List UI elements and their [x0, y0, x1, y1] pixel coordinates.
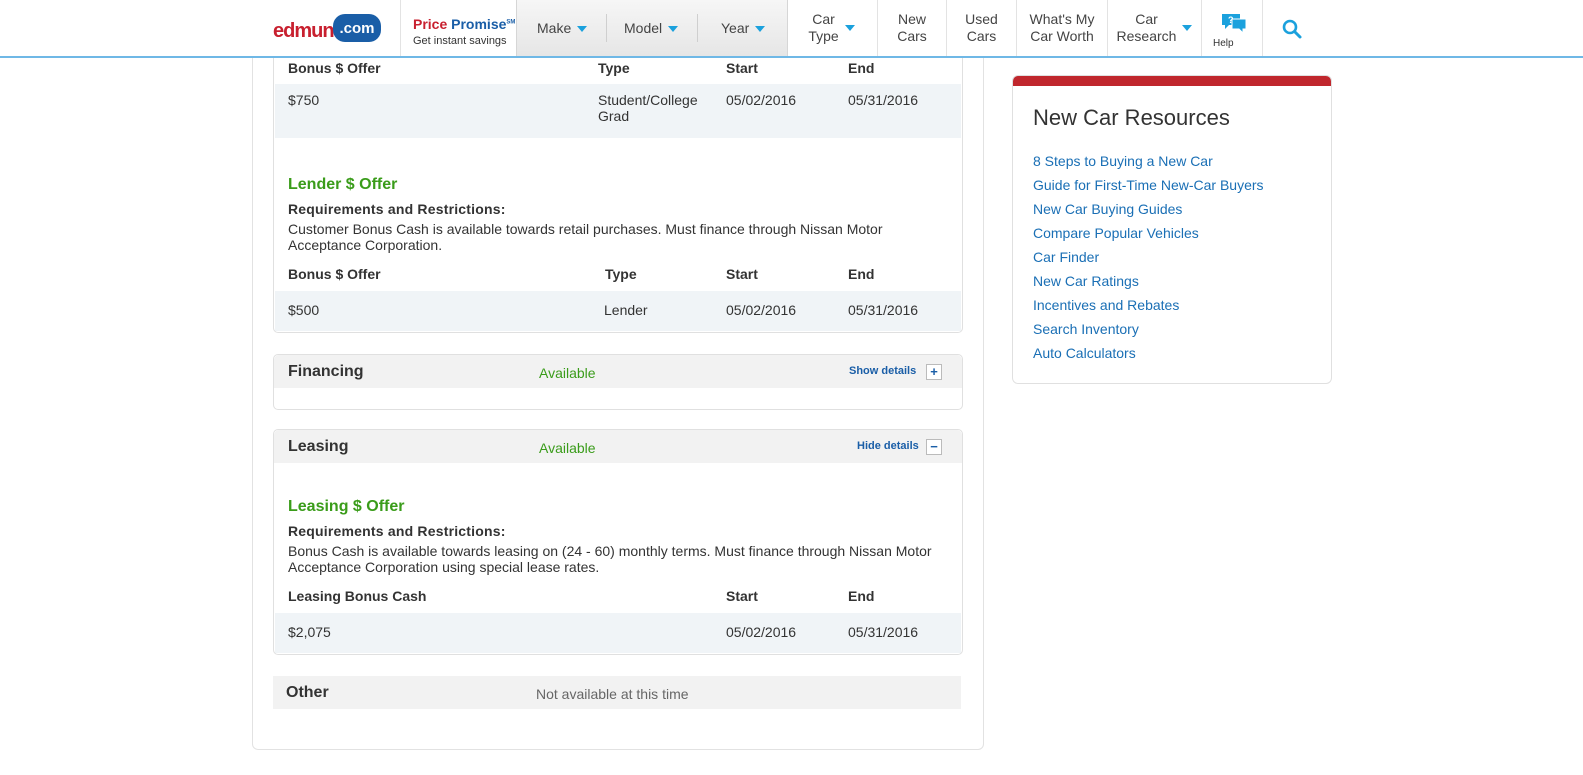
resources-title: New Car Resources [1033, 105, 1230, 130]
show-details-link[interactable]: Show details [849, 365, 916, 377]
col-header-offer: Bonus $ Offer [288, 266, 381, 282]
nav-car-worth[interactable]: What's My Car Worth [1017, 0, 1108, 56]
nav-label: Car [1135, 11, 1158, 27]
resource-link[interactable]: Search Inventory [1033, 321, 1139, 337]
svg-text:?: ? [1228, 15, 1234, 25]
resource-link[interactable]: New Car Buying Guides [1033, 201, 1182, 217]
lender-offer-title: Lender $ Offer [288, 176, 398, 193]
requirements-label: Requirements and Restrictions: [288, 523, 506, 539]
chevron-down-icon [668, 26, 679, 33]
offer-amount: $500 [288, 302, 320, 318]
year-dropdown[interactable]: Year [721, 0, 766, 56]
help-label: Help [1213, 38, 1234, 49]
price-promise-link[interactable]: Price PromiseSM Get instant savings [400, 0, 516, 56]
divider [606, 14, 607, 42]
resource-link[interactable]: Incentives and Rebates [1033, 297, 1179, 313]
offer-end-date: 05/31/2016 [848, 302, 919, 318]
resource-link[interactable]: Car Finder [1033, 249, 1099, 265]
requirements-text: Customer Bonus Cash is available towards… [288, 221, 883, 253]
nav-new-cars[interactable]: New Cars [878, 0, 947, 56]
new-car-resources-card: New Car Resources 8 Steps to Buying a Ne… [1012, 75, 1332, 384]
offer-amount: $750 [288, 92, 320, 108]
col-header-type: Type [605, 266, 637, 282]
nav-used-cars[interactable]: Used Cars [947, 0, 1017, 56]
model-dropdown[interactable]: Model [624, 0, 679, 56]
price-promise-title: Price PromiseSM [413, 16, 515, 32]
col-header-end: End [848, 266, 875, 282]
make-label: Make [537, 20, 572, 36]
nav-label: New [897, 11, 926, 27]
resource-link[interactable]: Compare Popular Vehicles [1033, 225, 1199, 241]
top-nav-bar: edmunds .com Price PromiseSM Get instant… [0, 0, 1583, 58]
price-promise-subtitle: Get instant savings [413, 35, 507, 47]
service-mark: SM [506, 19, 516, 26]
chevron-down-icon [1182, 25, 1193, 31]
hide-details-link[interactable]: Hide details [857, 440, 919, 452]
offer-type: Student/College Grad [598, 92, 698, 124]
nav-label: Research [1116, 28, 1177, 44]
offer-start-date: 05/02/2016 [726, 302, 797, 318]
financing-header: Financing Available Show details + [274, 355, 962, 388]
promise-word: Promise [451, 16, 507, 32]
resource-link[interactable]: Auto Calculators [1033, 345, 1136, 361]
expand-plus-icon[interactable]: + [926, 364, 942, 380]
search-icon[interactable] [1281, 18, 1303, 40]
divider [697, 14, 698, 42]
col-header-type: Type [598, 60, 630, 76]
nav-label: What's My [1029, 11, 1095, 27]
nav-car-research[interactable]: Car Research [1108, 0, 1202, 56]
col-header-start: Start [726, 588, 758, 604]
offer-end-date: 05/31/2016 [848, 624, 919, 640]
section-title: Leasing [288, 438, 349, 455]
availability-status: Not available at this time [536, 686, 689, 702]
nav-label: Cars [966, 28, 997, 44]
chevron-down-icon [577, 26, 588, 33]
other-section: Other Not available at this time [273, 676, 961, 709]
financing-section: Financing Available Show details + [273, 354, 963, 410]
logo-car-badge: .com [333, 14, 381, 42]
collapse-minus-icon[interactable]: − [926, 439, 942, 455]
price-word: Price [413, 16, 448, 32]
card-accent-bar [1013, 76, 1331, 86]
col-header-end: End [848, 60, 875, 76]
customer-cash-section: Bonus $ Offer Type Start End $750 Studen… [273, 40, 963, 161]
nav-label: Used [965, 11, 998, 27]
requirements-label: Requirements and Restrictions: [288, 201, 506, 217]
leasing-section: Leasing Available Hide details − Leasing… [273, 429, 963, 655]
col-header-end: End [848, 588, 875, 604]
vehicle-selector-bar: Make Model Year [516, 0, 788, 56]
offer-end-date: 05/31/2016 [848, 92, 919, 108]
col-header-offer: Leasing Bonus Cash [288, 588, 427, 604]
leasing-offer-title: Leasing $ Offer [288, 498, 405, 515]
availability-status: Available [539, 365, 596, 381]
chevron-down-icon [844, 25, 855, 31]
section-title: Financing [288, 363, 364, 380]
resource-link[interactable]: 8 Steps to Buying a New Car [1033, 153, 1213, 169]
nav-label: Cars [897, 28, 927, 44]
section-title: Other [286, 684, 329, 701]
requirements-text: Bonus Cash is available towards leasing … [288, 543, 932, 575]
nav-car-type[interactable]: Car Type [786, 0, 878, 56]
col-header-start: Start [726, 266, 758, 282]
leasing-header: Leasing Available Hide details − [274, 430, 962, 463]
lender-offer-section: Lender $ Offer Requirements and Restrict… [273, 160, 963, 333]
model-label: Model [624, 20, 663, 36]
availability-status: Available [539, 440, 596, 456]
edmunds-logo[interactable]: edmunds .com [273, 12, 383, 46]
nav-label: Car [812, 11, 835, 27]
col-header-offer: Bonus $ Offer [288, 60, 381, 76]
col-header-start: Start [726, 60, 758, 76]
resource-link[interactable]: New Car Ratings [1033, 273, 1139, 289]
make-dropdown[interactable]: Make [537, 0, 588, 56]
offer-type: Lender [604, 302, 648, 318]
chevron-down-icon [755, 26, 766, 33]
help-chat-icon[interactable]: ? [1220, 12, 1248, 34]
offer-start-date: 05/02/2016 [726, 92, 797, 108]
offer-amount: $2,075 [288, 624, 331, 640]
nav-label: Car Worth [1030, 28, 1094, 44]
year-label: Year [721, 20, 750, 36]
nav-label: Type [808, 28, 839, 44]
resource-link[interactable]: Guide for First-Time New-Car Buyers [1033, 177, 1264, 193]
offer-start-date: 05/02/2016 [726, 624, 797, 640]
